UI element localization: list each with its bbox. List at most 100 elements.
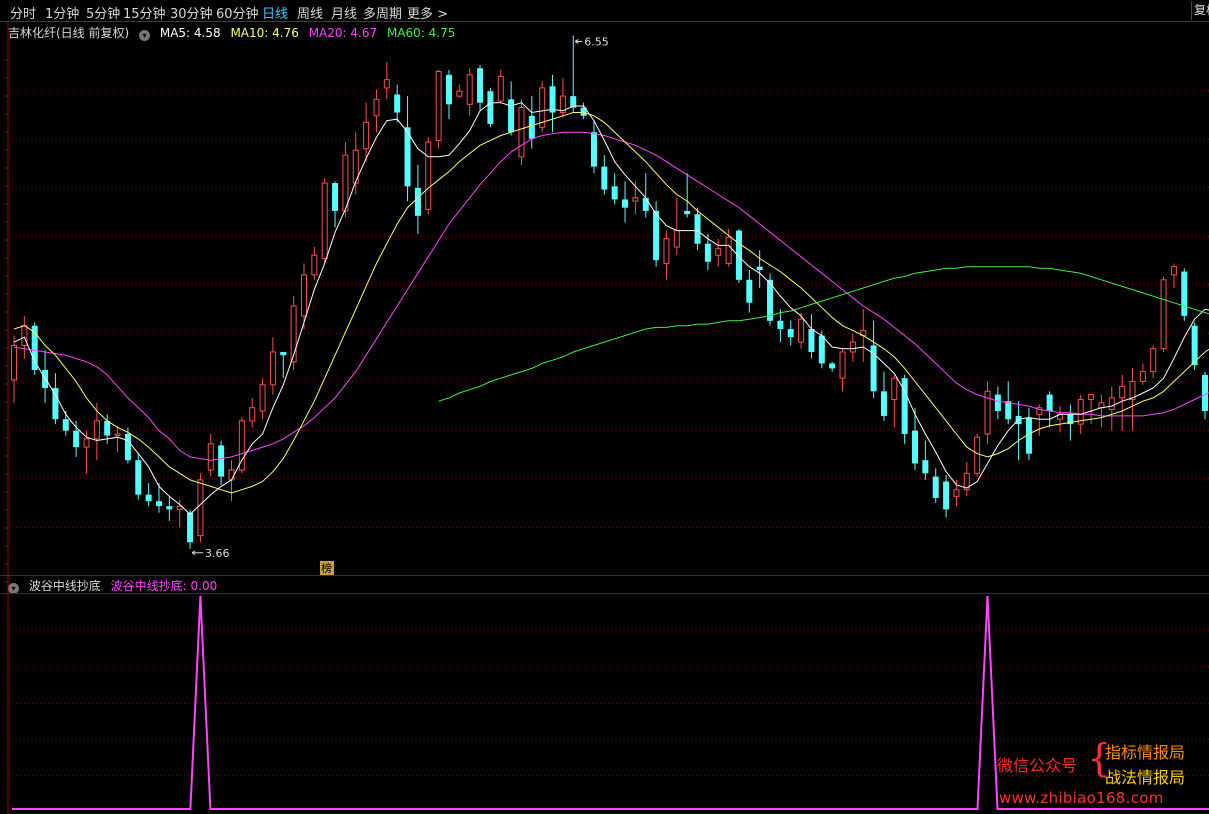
candle-body-down (922, 460, 929, 474)
candle-body-down (912, 430, 919, 464)
candle-body-up (207, 443, 214, 471)
candle-body-up (114, 433, 121, 437)
candle-body-down (124, 433, 131, 461)
candle-body-up (228, 469, 235, 481)
candle-body-down (746, 279, 753, 303)
candle-body-up (673, 230, 680, 248)
candle-body-down (1046, 394, 1053, 411)
candle-body-down (477, 68, 484, 103)
candle-body-down (394, 94, 401, 113)
candle-body-down (135, 460, 142, 495)
candle-body-up (953, 489, 960, 497)
candle-body-down (1005, 401, 1012, 420)
candle-body-up (839, 351, 846, 379)
candle-body-down (694, 214, 701, 244)
candle-body-down (943, 481, 950, 510)
candle-body-up (518, 107, 525, 158)
kline-chart[interactable]: 6.55 3.66 榜 (0, 0, 1209, 814)
watermark: 微信公众号 { 指标情报局 战法情报局 www.zhibiao168.com (995, 738, 1205, 812)
candle-body-up (1119, 385, 1126, 399)
candle-body-up (1139, 371, 1146, 382)
candle-body-down (104, 420, 111, 436)
watermark-account: 微信公众号 (997, 756, 1078, 775)
candle-body-up (456, 90, 463, 97)
candle-body-up (849, 341, 856, 353)
candle-body-up (1108, 397, 1115, 410)
candle-body-down (704, 243, 711, 262)
candle-body-up (300, 274, 307, 317)
candle-body-down (653, 210, 660, 261)
ma60-line (438, 266, 1209, 402)
candle-body-down (735, 230, 742, 280)
rank-badge-label[interactable]: 榜 (321, 561, 332, 575)
candle-body-down (414, 187, 421, 216)
candle-body-down (601, 166, 608, 190)
candle-body-down (622, 199, 629, 208)
candle-body-up (1150, 348, 1157, 373)
candle-body-up (269, 351, 276, 386)
candle-body-down (808, 329, 815, 352)
candle-body-down (932, 476, 939, 498)
candle-body-up (725, 236, 732, 264)
candle-body-up (632, 197, 639, 202)
candle-body-up (383, 79, 390, 89)
candle-body-up (259, 384, 266, 412)
candle-body-down (332, 183, 339, 211)
candle-body-down (1015, 415, 1022, 425)
watermark-url: www.zhibiao168.com (999, 789, 1164, 807)
candle-body-down (145, 494, 152, 502)
candle-body-down (528, 115, 535, 139)
candle-body-down (73, 430, 80, 448)
candle-body-up (290, 305, 297, 363)
candle-body-down (549, 86, 556, 113)
candle-body-down (52, 388, 59, 420)
candle-body-down (187, 512, 194, 543)
candle-body-down (487, 91, 494, 124)
candle-body-down (280, 351, 287, 356)
candle-body-up (363, 121, 370, 150)
candle-body-down (166, 506, 173, 510)
candle-body-down (777, 320, 784, 329)
candle-body-down (155, 501, 162, 507)
candle-body-down (1181, 271, 1188, 316)
candle-body-up (663, 238, 670, 264)
high-price-label: 6.55 (584, 35, 609, 48)
watermark-name1: 指标情报局 (1105, 743, 1186, 762)
candle-body-up (891, 377, 898, 401)
candle-body-up (974, 436, 981, 474)
candle-body-up (249, 407, 256, 422)
candle-body-down (829, 363, 836, 369)
candle-body-up (1170, 266, 1177, 276)
candle-body-down (818, 335, 825, 364)
candle-body-up (425, 141, 432, 210)
candle-body-up (798, 318, 805, 343)
candle-body-down (880, 391, 887, 416)
candle-body-up (11, 344, 17, 381)
candle-body-up (93, 420, 100, 440)
candle-body-down (901, 378, 908, 434)
candle-body-down (684, 210, 691, 215)
low-price-label: 3.66 (205, 547, 230, 560)
candle-body-up (373, 98, 380, 117)
watermark-name2: 战法情报局 (1105, 768, 1186, 787)
candle-body-down (218, 445, 225, 477)
ma20-line (13, 131, 1209, 461)
candle-body-down (508, 99, 515, 133)
candle-body-up (435, 71, 442, 141)
candle-body-up (83, 438, 90, 448)
candle-body-up (197, 479, 204, 537)
candle-body-up (466, 74, 473, 105)
candle-body-down (590, 132, 597, 167)
candle-body-up (497, 75, 504, 102)
candle-body-up (311, 254, 318, 276)
candle-body-down (756, 266, 763, 270)
candle-body-up (1160, 279, 1167, 350)
candle-body-up (1088, 394, 1095, 401)
candle-body-down (611, 186, 618, 200)
candle-body-down (642, 197, 649, 211)
candle-body-down (1202, 374, 1208, 411)
candle-body-up (342, 154, 349, 212)
candle-body-down (445, 74, 452, 105)
candle-body-down (787, 329, 794, 338)
candle-body-down (994, 394, 1001, 411)
